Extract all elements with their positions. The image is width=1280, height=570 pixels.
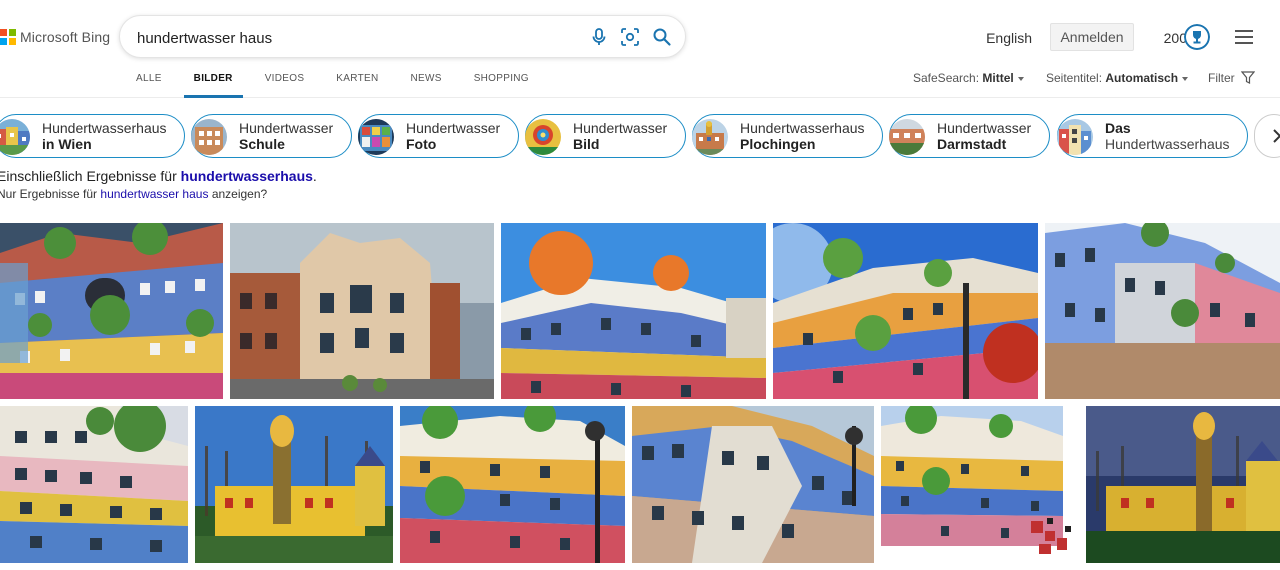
hamburger-menu-icon[interactable] (1235, 30, 1253, 44)
chevron-down-icon (1017, 76, 1024, 81)
corrected-query-link[interactable]: hundertwasserhaus (181, 168, 313, 184)
including-prefix: Einschließlich Ergebnisse für (0, 168, 177, 184)
pagetitle-value: Automatisch (1105, 71, 1179, 85)
filter-label: Filter (1208, 71, 1235, 85)
original-query-link[interactable]: hundertwasser haus (100, 187, 208, 201)
chip-line2: Schule (239, 136, 285, 152)
chip-line1: Hundertwasser (406, 120, 501, 136)
chip-line1: Das (1105, 120, 1131, 136)
safesearch-dropdown[interactable]: SafeSearch: Mittel (913, 71, 1024, 85)
chip-line2: Plochingen (740, 136, 816, 152)
pagetitle-label: Seitentitel: (1046, 71, 1103, 85)
search-icon[interactable] (652, 27, 672, 47)
chip-hundertwasserhaus-in-wien[interactable]: Hundertwasserhaus in Wien (0, 114, 185, 158)
pagetitle-dropdown[interactable]: Seitentitel: Automatisch (1046, 71, 1189, 85)
image-result[interactable] (1045, 223, 1280, 399)
only-prefix: Nur Ergebnisse für (0, 187, 98, 201)
safesearch-value: Mittel (982, 71, 1014, 85)
chip-line2: Darmstadt (937, 136, 1007, 152)
tab-alle[interactable]: ALLE (120, 71, 178, 98)
chip-line1: Hundertwasserhaus (740, 120, 865, 136)
chip-hundertwasser-darmstadt[interactable]: Hundertwasser Darmstadt (889, 114, 1050, 158)
bing-logo[interactable]: Microsoft Bing (0, 27, 110, 47)
related-searches: Hundertwasserhaus in Wien Hundertwasser Sc… (0, 114, 1280, 158)
tab-karten[interactable]: KARTEN (320, 71, 394, 98)
image-result[interactable] (0, 406, 188, 563)
spelling-correction: Einschließlich Ergebnisse für hundertwas… (0, 168, 317, 184)
search-box (119, 15, 686, 58)
tab-videos[interactable]: VIDEOS (249, 71, 321, 98)
chip-line1: Hundertwasser (573, 120, 668, 136)
filter-funnel-icon (1240, 71, 1256, 84)
rewards-trophy-icon[interactable] (1184, 24, 1210, 50)
chip-line1: Hundertwasser (239, 120, 334, 136)
chip-line2: Bild (573, 136, 600, 152)
including-suffix: . (312, 168, 317, 184)
chip-thumbnail (525, 119, 561, 155)
search-input[interactable] (137, 28, 577, 48)
chip-hundertwasser-foto[interactable]: Hundertwasser Foto (358, 114, 519, 158)
chip-line1: Hundertwasser (937, 120, 1032, 136)
filter-button[interactable]: Filter (1208, 71, 1256, 85)
chip-line2: Hundertwasserhaus (1105, 136, 1230, 152)
image-result[interactable] (400, 406, 625, 563)
microsoft-logo-icon (0, 29, 16, 45)
microphone-icon[interactable] (589, 27, 609, 47)
header: Microsoft Bing English Anmelden 200 (0, 0, 1280, 98)
chip-hundertwasser-schule[interactable]: Hundertwasser Schule (191, 114, 352, 158)
chevron-right-icon (1273, 129, 1280, 143)
chip-thumbnail (889, 119, 925, 155)
top-right-nav: English Anmelden 200 (980, 23, 1280, 51)
visual-search-icon[interactable] (620, 27, 640, 47)
chip-das-hundertwasserhaus[interactable]: Das Hundertwasserhaus (1057, 114, 1248, 158)
chip-line2: Foto (406, 136, 437, 152)
image-result[interactable] (0, 223, 223, 399)
vertical-tabs: ALLE BILDER VIDEOS KARTEN NEWS SHOPPING (120, 71, 545, 98)
image-result[interactable] (632, 406, 874, 563)
language-link[interactable]: English (986, 30, 1032, 46)
chip-thumbnail (358, 119, 394, 155)
logo-text: Microsoft Bing (20, 29, 111, 45)
chip-line2: in Wien (42, 136, 92, 152)
tab-bilder[interactable]: BILDER (178, 71, 249, 98)
signin-button[interactable]: Anmelden (1050, 23, 1134, 51)
image-result[interactable] (195, 406, 393, 563)
safesearch-label: SafeSearch: (913, 71, 980, 85)
chevron-down-icon (1182, 76, 1189, 81)
image-result[interactable] (773, 223, 1038, 399)
image-result[interactable] (881, 406, 1079, 563)
chip-line1: Hundertwasserhaus (42, 120, 167, 136)
chip-thumbnail (191, 119, 227, 155)
tab-shopping[interactable]: SHOPPING (458, 71, 545, 98)
chip-hundertwasserhaus-plochingen[interactable]: Hundertwasserhaus Plochingen (692, 114, 883, 158)
filter-bar: SafeSearch: Mittel Seitentitel: Automati… (910, 71, 1280, 91)
chip-hundertwasser-bild[interactable]: Hundertwasser Bild (525, 114, 686, 158)
image-results-grid (0, 223, 1280, 570)
chips-next-button[interactable] (1254, 114, 1280, 158)
chip-thumbnail (692, 119, 728, 155)
chip-thumbnail (0, 119, 30, 155)
image-result[interactable] (501, 223, 766, 399)
image-result[interactable] (230, 223, 494, 399)
chip-thumbnail (1057, 119, 1093, 155)
tab-news[interactable]: NEWS (394, 71, 457, 98)
original-query-prompt: Nur Ergebnisse für hundertwasser haus an… (0, 187, 267, 201)
only-suffix: anzeigen? (211, 187, 268, 201)
image-result[interactable] (1086, 406, 1280, 563)
